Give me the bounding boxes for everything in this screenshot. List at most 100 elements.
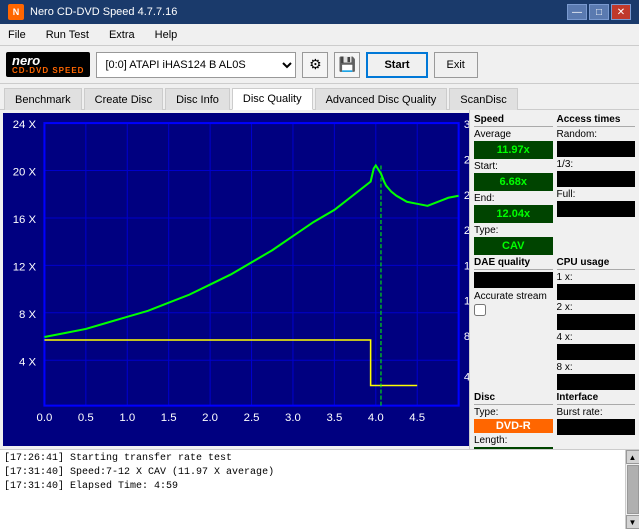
start-button[interactable]: Start: [366, 52, 427, 78]
app-icon: N: [8, 4, 24, 20]
dae-header: DAE quality: [474, 257, 553, 270]
content-area: 24 X 20 X 16 X 12 X 8 X 4 X 32 28 24 20 …: [0, 110, 639, 449]
accurate-stream-label: Accurate stream: [474, 291, 553, 302]
log-time-1: [17:31:40]: [4, 467, 64, 478]
random-label: Random:: [557, 129, 636, 140]
accurate-stream-row: [474, 304, 553, 316]
svg-text:8: 8: [464, 331, 469, 343]
start-value: 6.68x: [474, 173, 553, 191]
svg-text:0.0: 0.0: [37, 412, 53, 424]
interface-header: Interface: [557, 392, 636, 405]
log-content: [17:26:41] Starting transfer rate test […: [0, 450, 625, 529]
svg-text:12: 12: [464, 296, 469, 308]
speed-panel: Speed Average 11.97x Start: 6.68x End: 1…: [474, 114, 553, 255]
svg-text:3.5: 3.5: [326, 412, 342, 424]
average-value: 11.97x: [474, 141, 553, 159]
access-times-header: Access times: [557, 114, 636, 127]
svg-text:16: 16: [464, 261, 469, 273]
disc-type-value: DVD-R: [474, 419, 553, 433]
tab-bar: Benchmark Create Disc Disc Info Disc Qua…: [0, 84, 639, 110]
menu-file[interactable]: File: [4, 27, 30, 43]
svg-text:4 X: 4 X: [19, 356, 37, 368]
cpu-8x-value: [557, 374, 636, 390]
cpu-header: CPU usage: [557, 257, 636, 270]
title-bar-controls: — □ ✕: [567, 4, 631, 20]
cpu-1x-label: 1 x:: [557, 272, 636, 283]
burst-value: [557, 419, 636, 435]
mid-panels: DAE quality Accurate stream CPU usage 1 …: [474, 257, 635, 390]
log-panel: [17:26:41] Starting transfer rate test […: [0, 450, 625, 529]
end-value: 12.04x: [474, 205, 553, 223]
disc-type-label: Type:: [474, 407, 553, 418]
menu-extra[interactable]: Extra: [105, 27, 139, 43]
interface-panel: Interface Burst rate:: [557, 392, 636, 449]
tab-advanced-disc-quality[interactable]: Advanced Disc Quality: [315, 88, 448, 110]
svg-text:28: 28: [464, 155, 469, 167]
cpu-1x-value: [557, 284, 636, 300]
svg-text:4.0: 4.0: [368, 412, 384, 424]
start-label: Start:: [474, 161, 553, 172]
svg-text:20: 20: [464, 225, 469, 237]
close-button[interactable]: ✕: [611, 4, 631, 20]
menu-help[interactable]: Help: [151, 27, 182, 43]
scroll-down-arrow[interactable]: ▼: [626, 515, 639, 529]
cpu-8x-label: 8 x:: [557, 362, 636, 373]
svg-text:4: 4: [464, 372, 469, 384]
speed-header: Speed: [474, 114, 553, 127]
svg-text:20 X: 20 X: [13, 167, 37, 179]
save-icon-button[interactable]: 💾: [334, 52, 360, 78]
log-entry-1: [17:31:40] Speed:7-12 X CAV (11.97 X ave…: [4, 466, 621, 480]
menu-bar: File Run Test Extra Help: [0, 24, 639, 46]
tab-scan-disc[interactable]: ScanDisc: [449, 88, 517, 110]
log-msg-1: Speed:7-12 X CAV (11.97 X average): [70, 467, 274, 478]
random-value: [557, 141, 636, 157]
dae-panel: DAE quality Accurate stream: [474, 257, 553, 390]
menu-run-test[interactable]: Run Test: [42, 27, 93, 43]
right-panel: Speed Average 11.97x Start: 6.68x End: 1…: [469, 110, 639, 449]
scroll-up-arrow[interactable]: ▲: [626, 450, 639, 464]
log-scrollbar: ▲ ▼: [625, 450, 639, 529]
accurate-stream-checkbox[interactable]: [474, 304, 486, 316]
type-value: CAV: [474, 237, 553, 255]
disc-header: Disc: [474, 392, 553, 405]
maximize-button[interactable]: □: [589, 4, 609, 20]
tab-disc-quality[interactable]: Disc Quality: [232, 88, 313, 110]
top-panels: Speed Average 11.97x Start: 6.68x End: 1…: [474, 114, 635, 255]
average-label: Average: [474, 129, 553, 140]
options-icon-button[interactable]: ⚙: [302, 52, 328, 78]
title-bar: N Nero CD-DVD Speed 4.7.7.16 — □ ✕: [0, 0, 639, 24]
app-title: Nero CD-DVD Speed 4.7.7.16: [30, 6, 177, 18]
tab-disc-info[interactable]: Disc Info: [165, 88, 230, 110]
title-bar-left: N Nero CD-DVD Speed 4.7.7.16: [8, 4, 177, 20]
dae-value: [474, 272, 553, 288]
exit-button[interactable]: Exit: [434, 52, 478, 78]
svg-text:1.0: 1.0: [119, 412, 135, 424]
log-section: [17:26:41] Starting transfer rate test […: [0, 449, 639, 529]
scroll-thumb[interactable]: [627, 465, 639, 514]
logo-sub: CD-DVD SPEED: [12, 67, 84, 75]
full-label: Full:: [557, 189, 636, 200]
app-window: N Nero CD-DVD Speed 4.7.7.16 — □ ✕ File …: [0, 0, 639, 529]
log-entry-2: [17:31:40] Elapsed Time: 4:59: [4, 480, 621, 494]
end-label: End:: [474, 193, 553, 204]
minimize-button[interactable]: —: [567, 4, 587, 20]
burst-label: Burst rate:: [557, 407, 636, 418]
log-entry-0: [17:26:41] Starting transfer rate test: [4, 452, 621, 466]
svg-text:1.5: 1.5: [161, 412, 177, 424]
tab-create-disc[interactable]: Create Disc: [84, 88, 163, 110]
disc-length-label: Length:: [474, 435, 553, 446]
svg-text:0.5: 0.5: [78, 412, 94, 424]
tab-benchmark[interactable]: Benchmark: [4, 88, 82, 110]
svg-text:4.5: 4.5: [409, 412, 425, 424]
cpu-4x-label: 4 x:: [557, 332, 636, 343]
cpu-panel: CPU usage 1 x: 2 x: 4 x: 8 x:: [557, 257, 636, 390]
svg-text:24 X: 24 X: [13, 119, 37, 131]
svg-text:2.0: 2.0: [202, 412, 218, 424]
log-msg-2: Elapsed Time: 4:59: [70, 481, 178, 492]
drive-selector[interactable]: [0:0] ATAPI iHAS124 B AL0S: [96, 52, 296, 78]
cpu-2x-value: [557, 314, 636, 330]
cpu-4x-value: [557, 344, 636, 360]
speed-chart: 24 X 20 X 16 X 12 X 8 X 4 X 32 28 24 20 …: [3, 113, 469, 446]
log-msg-0: Starting transfer rate test: [70, 453, 232, 464]
svg-text:32: 32: [464, 119, 469, 131]
